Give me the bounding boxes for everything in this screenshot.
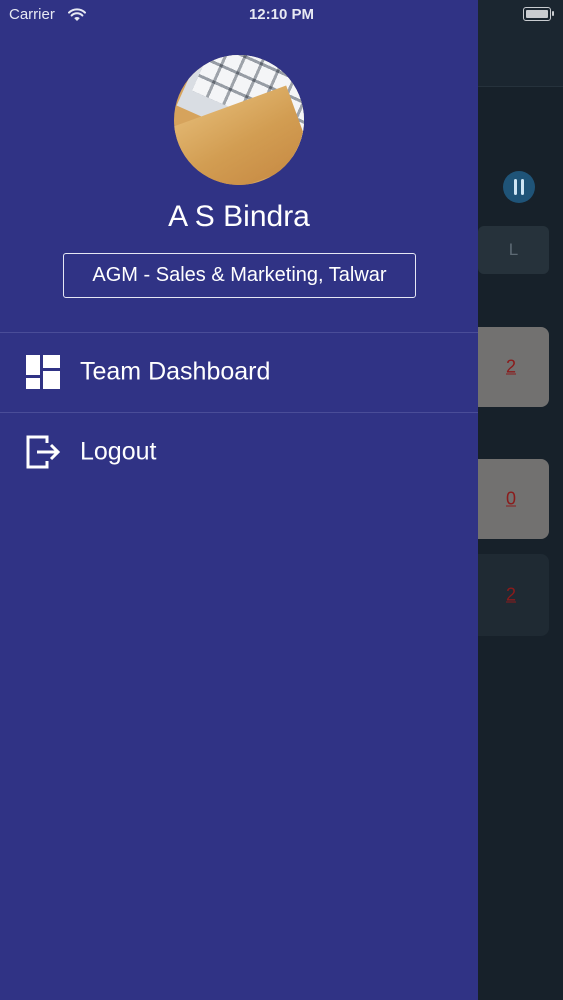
clock: 12:10 PM	[248, 6, 315, 23]
status-bar: Carrier 12:10 PM	[0, 0, 563, 30]
menu-item-label: Team Dashboard	[80, 357, 271, 386]
dashboard-icon	[26, 355, 60, 389]
navigation-drawer: A S Bindra AGM - Sales & Marketing, Talw…	[0, 0, 478, 1000]
avatar[interactable]	[174, 55, 304, 185]
filter-icon[interactable]	[503, 171, 535, 203]
menu-item-team-dashboard[interactable]: Team Dashboard	[0, 333, 478, 411]
background-card[interactable]: 2	[470, 554, 549, 636]
background-card[interactable]: 2	[470, 327, 549, 407]
background-segment[interactable]: L	[478, 226, 549, 274]
user-name: A S Bindra	[168, 200, 310, 233]
card-value[interactable]: 2	[506, 357, 516, 378]
menu-item-logout[interactable]: Logout	[0, 413, 478, 491]
card-value[interactable]: 2	[506, 585, 516, 606]
menu-item-label: Logout	[80, 437, 157, 466]
background-card[interactable]: 0	[470, 459, 549, 539]
card-value[interactable]: 0	[506, 489, 516, 510]
user-role-badge: AGM - Sales & Marketing, Talwar	[63, 253, 416, 298]
logout-icon	[26, 435, 61, 469]
